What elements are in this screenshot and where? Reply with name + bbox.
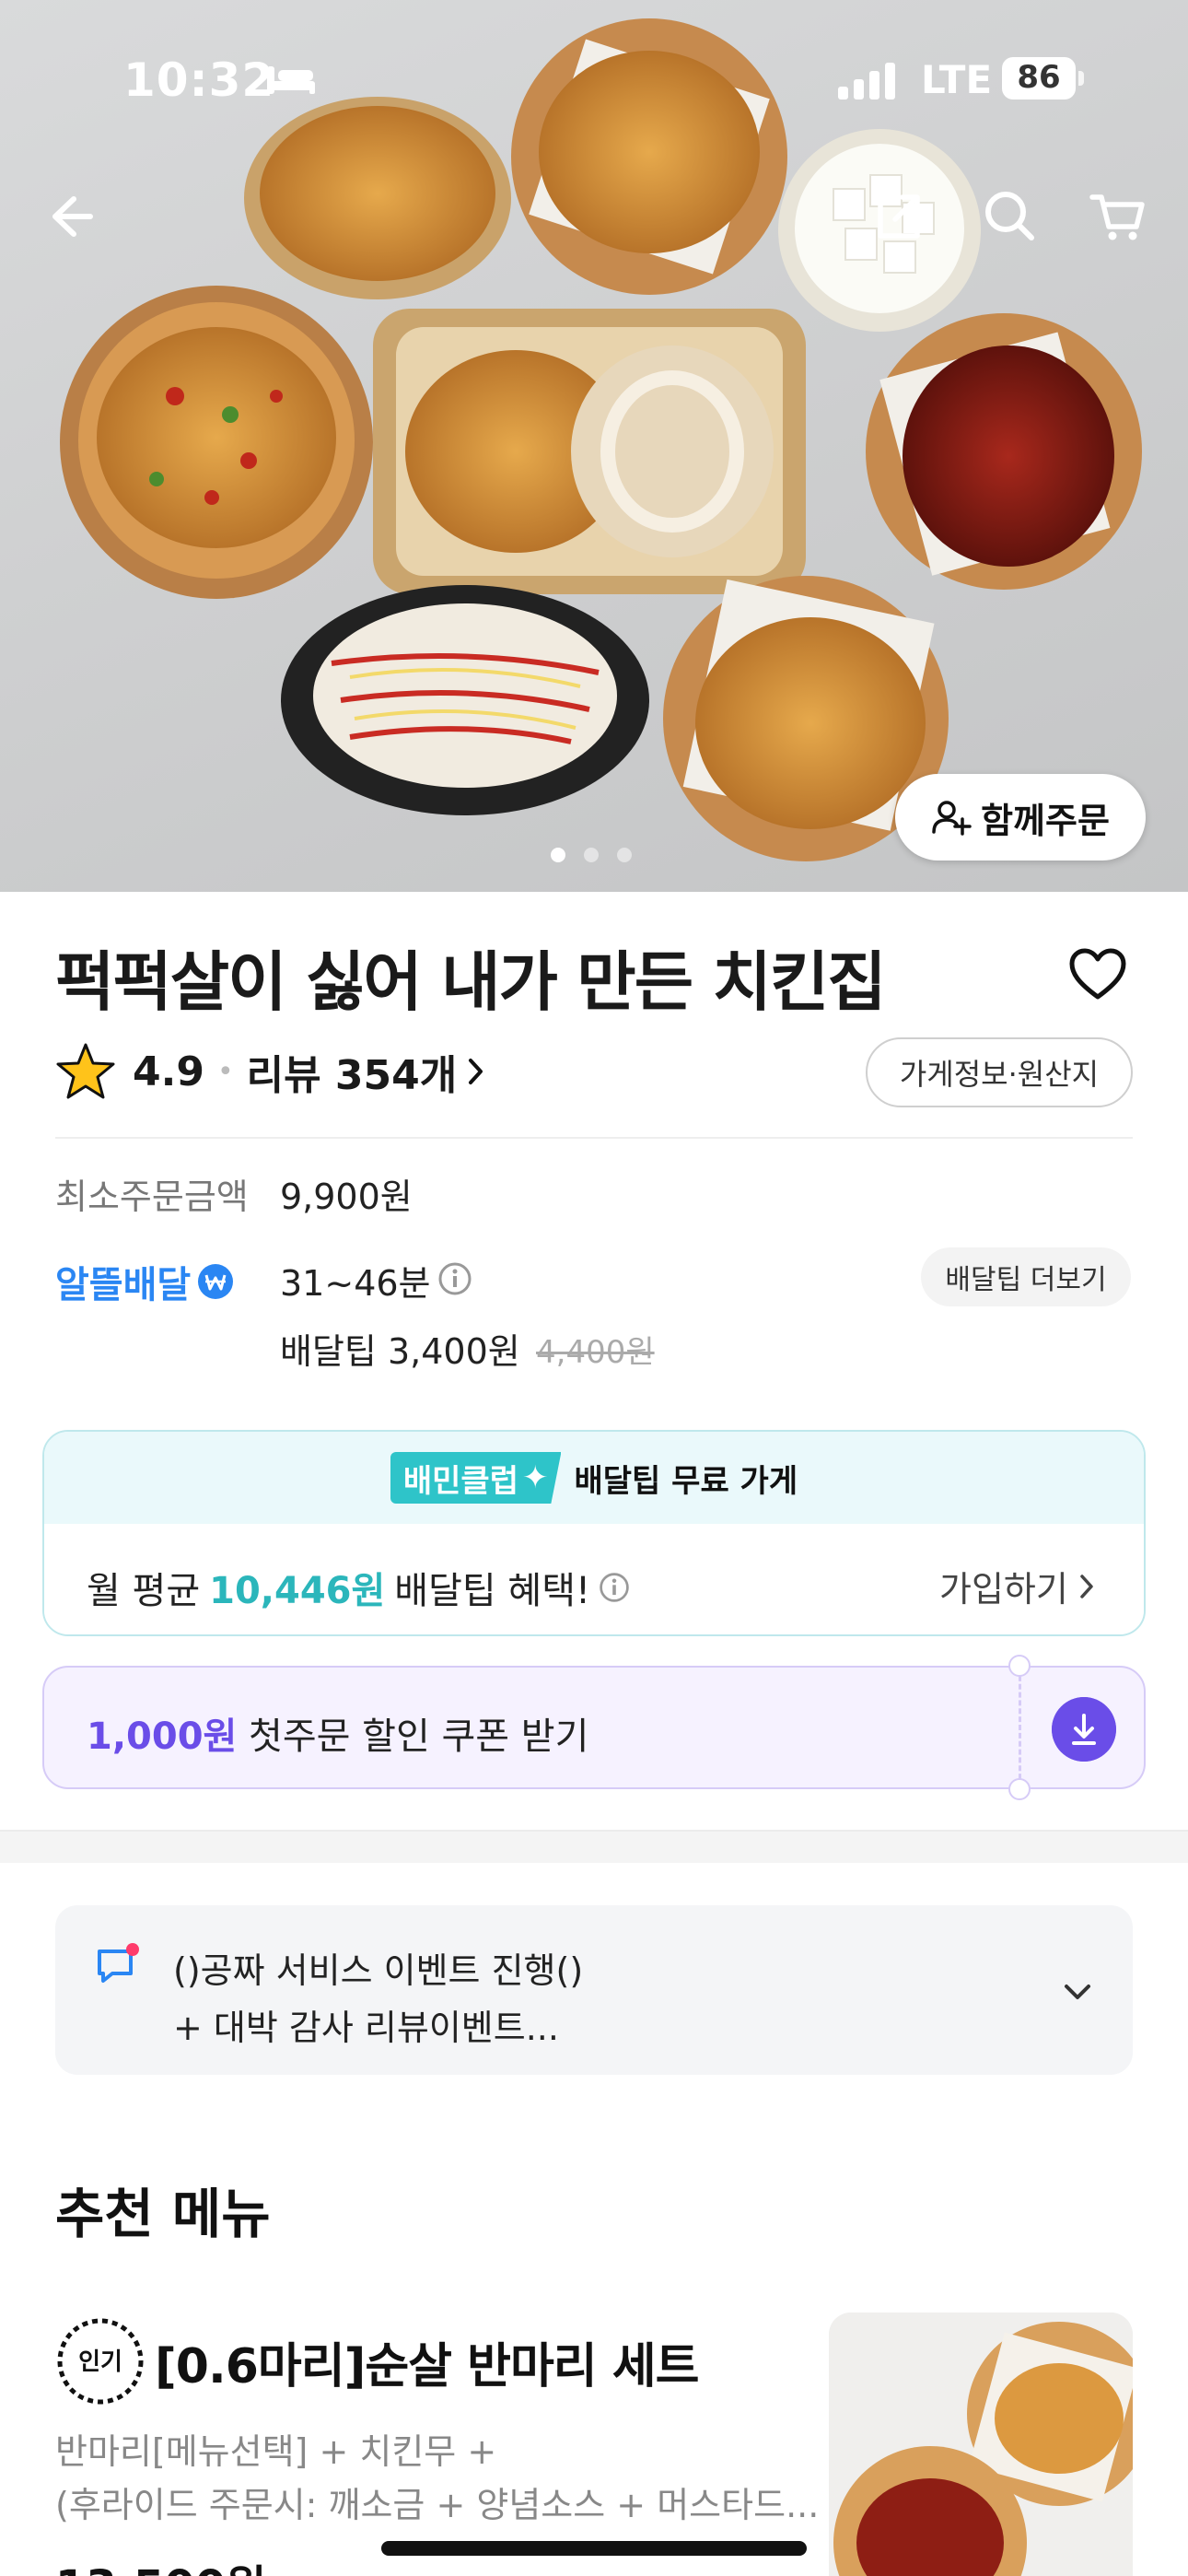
carousel-dot-active [551,848,565,862]
club-message: 월 평균 10,446원 배달팁 혜택! [87,1561,631,1614]
download-icon[interactable] [1052,1697,1116,1762]
review-count: 리뷰 354개 [246,1052,458,1099]
status-time: 10:32 [123,53,275,107]
baemin-club-banner[interactable]: 배민클럽 ✦ 배달팁 무료 가게 월 평균 10,446원 배달팁 혜택! 가입하… [42,1430,1146,1636]
popular-badge-icon: 인기 [57,2318,144,2405]
review-link[interactable]: 리뷰 354개 [247,1042,487,1101]
group-order-label: 함께주문 [981,800,1110,841]
coupon-perforation [1019,1668,1021,1787]
rating-value: 4.9 [133,1048,204,1095]
coupon-label: 첫주문 할인 쿠폰 받기 [249,1715,589,1758]
store-info-button[interactable]: 가게정보·원산지 [866,1037,1133,1107]
network-type: LTE [921,57,993,102]
favorite-heart-icon[interactable] [1068,947,1127,1002]
info-icon[interactable] [598,1571,631,1604]
chevron-right-icon [1080,1574,1093,1598]
delivery-tip-original: 4,400원 [536,1334,655,1371]
first-order-coupon[interactable]: 1,000원 첫주문 할인 쿠폰 받기 [42,1655,1146,1800]
divider [55,1137,1133,1139]
recommended-section-title: 추천 메뉴 [55,2183,271,2245]
group-order-button[interactable]: 함께주문 [895,774,1146,861]
carousel-dot [617,848,632,862]
rating-row: 4.9 • 리뷰 354개 [55,1041,486,1102]
notice-line-2: + 대박 감사 리뷰이벤트... [173,2008,559,2048]
menu-image [829,2313,1133,2576]
delivery-brand-label: 알뜰배달 [55,1264,192,1306]
delivery-time: 31~46분 [280,1263,431,1304]
chevron-down-icon [1065,1985,1090,1999]
separator-dot: • [216,1055,234,1088]
menu-item[interactable]: 인기 [0.6마리]순살 반마리 세트 반마리[메뉴선택] + 치킨무 + (후… [0,2303,1188,2576]
notice-chat-icon [98,1943,139,1983]
club-headline: 배달팁 무료 가게 [574,1462,798,1500]
club-join-link[interactable]: 가입하기 [939,1561,1096,1611]
signal-icon [838,63,895,100]
section-separator [0,1830,1188,1863]
battery-icon: 86 [1002,57,1085,100]
store-hero-image[interactable]: 10:32 LTE 86 함께주문 [0,0,1188,892]
home-indicator [381,2541,807,2556]
store-title: 퍽퍽살이 싫어 내가 만든 치킨집 [55,944,887,1020]
club-header: 배민클럽 ✦ 배달팁 무료 가게 [44,1432,1144,1524]
battery-level: 86 [1017,59,1061,96]
chevron-right-icon [469,1059,483,1084]
menu-desc-line-1: 반마리[메뉴선택] + 치킨무 + [55,2431,497,2472]
svg-text:인기: 인기 [78,2348,122,2376]
club-join-label: 가입하기 [939,1569,1068,1610]
min-order-label: 최소주문금액 [55,1177,249,1217]
delivery-tip-more-button[interactable]: 배달팁 더보기 [921,1247,1131,1306]
back-arrow-icon[interactable] [37,184,101,249]
won-coin-icon [198,1264,234,1299]
search-icon[interactable] [978,184,1042,249]
add-person-icon [932,801,972,836]
delivery-tip: 배달팁 3,400원 [280,1331,520,1372]
store-notice[interactable]: ()공짜 서비스 이벤트 진행() + 대박 감사 리뷰이벤트... [55,1905,1133,2075]
cart-icon[interactable] [1087,184,1151,249]
carousel-dot [584,848,599,862]
star-icon [56,1043,115,1099]
menu-desc-line-2: (후라이드 주문시: 깨소금 + 양념소스 + 머스타드... [55,2485,820,2525]
notice-line-1: ()공짜 서비스 이벤트 진행() [173,1950,584,1991]
club-badge: 배민클럽 ✦ [390,1452,562,1504]
min-order-value: 9,900원 [280,1177,413,1217]
coupon-amount: 1,000원 [87,1715,238,1758]
carousel-indicator [551,848,643,866]
coupon-text: 1,000원 첫주문 할인 쿠폰 받기 [87,1706,588,1760]
sleep-focus-icon [267,66,315,94]
club-amount: 10,446원 [209,1570,386,1612]
menu-name: [0.6마리]순살 반마리 세트 [155,2339,699,2395]
share-icon[interactable] [866,184,930,249]
info-icon[interactable] [437,1260,473,1297]
status-bar: 10:32 LTE 86 [0,0,1188,157]
menu-price: 13,500원 [55,2550,266,2576]
delivery-brand: 알뜰배달 [55,1255,235,1308]
